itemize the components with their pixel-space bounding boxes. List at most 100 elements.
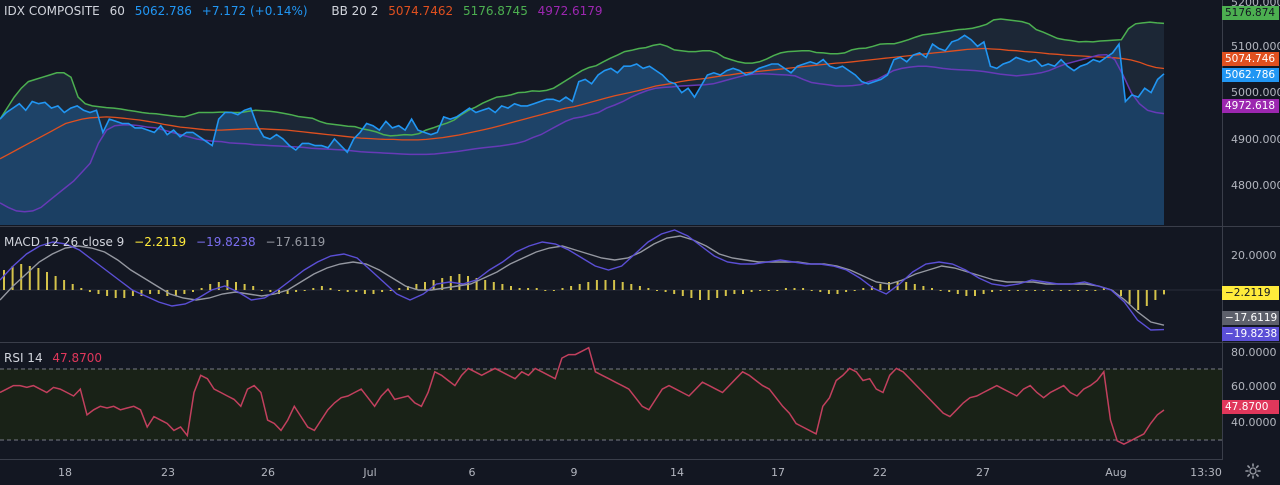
- main-price-pane[interactable]: [0, 18, 1165, 225]
- macd-histogram-bar: [1137, 290, 1140, 310]
- macd-histogram-bar: [260, 290, 263, 291]
- gear-icon[interactable]: [1245, 463, 1261, 479]
- macd-histogram-bar: [46, 272, 48, 290]
- macd-histogram-bar: [948, 290, 951, 292]
- time-axis-label: 14: [670, 466, 684, 479]
- time-axis-label: 23: [161, 466, 175, 479]
- macd-histogram-bar: [587, 282, 590, 290]
- macd-histogram-bar: [449, 276, 452, 290]
- macd-signal-tag: −17.6119: [1222, 311, 1279, 325]
- macd-histogram-bar: [664, 290, 667, 292]
- macd-histogram-bar: [630, 284, 633, 290]
- macd-histogram-bar: [157, 290, 160, 294]
- macd-histogram-bar: [845, 290, 848, 292]
- macd-histogram-bar: [80, 288, 83, 290]
- bb-basis-price-tag: 5074.746: [1222, 52, 1279, 66]
- macd-histogram-bar: [759, 290, 762, 291]
- bb-basis-value: 5074.7462: [388, 4, 454, 18]
- macd-histogram-bar: [974, 290, 976, 296]
- macd-histogram-bar: [570, 286, 573, 290]
- macd-histogram-bar: [999, 290, 1002, 291]
- macd-histogram-bar: [1077, 290, 1080, 291]
- macd-histogram-bar: [836, 290, 839, 294]
- macd-histogram-bar: [1154, 290, 1157, 300]
- macd-histogram-bar: [235, 282, 237, 290]
- macd-histogram-bar: [37, 268, 40, 290]
- macd-histogram-bar: [750, 290, 753, 292]
- macd-histogram-bar: [389, 290, 392, 291]
- time-axis-label: 13:30: [1190, 466, 1222, 479]
- macd-histogram-bar: [552, 290, 555, 291]
- time-axis-label: 18: [58, 466, 72, 479]
- rsi-axis-label: 80.0000: [1231, 346, 1277, 359]
- time-axis-label: Jul: [363, 466, 377, 479]
- macd-histogram-bar: [209, 284, 212, 290]
- macd-histogram-bar: [527, 288, 530, 290]
- macd-line-tag: −19.8238: [1222, 327, 1279, 341]
- macd-histogram-bar: [183, 290, 186, 294]
- price-change: +7.172 (+0.14%): [201, 4, 308, 18]
- rsi-axis-label: 40.0000: [1231, 416, 1277, 429]
- interval-label[interactable]: 60: [110, 4, 125, 18]
- macd-histogram-bar: [931, 288, 933, 290]
- bb-indicator-label[interactable]: BB 20 2: [331, 4, 378, 18]
- macd-histogram-bar: [149, 290, 152, 294]
- macd-histogram-bar: [363, 290, 366, 294]
- rsi-axis-label: 60.0000: [1231, 380, 1277, 393]
- macd-histogram-bar: [1163, 290, 1165, 295]
- macd-histogram-bar: [106, 290, 109, 296]
- macd-indicator-label[interactable]: MACD 12 26 close 9: [4, 235, 124, 249]
- macd-histogram-bar: [123, 290, 126, 298]
- macd-histogram-bar: [346, 290, 349, 292]
- macd-histogram-bar: [707, 290, 710, 300]
- bb-lower-price-tag: 4972.618: [1222, 99, 1279, 113]
- price-axis-label: 5000.000: [1231, 86, 1280, 99]
- last-price: 5062.786: [134, 4, 192, 18]
- macd-histogram-bar: [381, 290, 384, 292]
- macd-histogram-bar: [320, 286, 323, 290]
- macd-histogram-bar: [621, 282, 624, 290]
- macd-histogram-bar: [71, 284, 74, 290]
- macd-histogram-bar: [535, 288, 538, 290]
- macd-value: −19.8238: [196, 235, 256, 249]
- macd-histogram-bar: [742, 290, 744, 294]
- macd-histogram-bar: [1085, 290, 1088, 291]
- macd-histogram-bar: [295, 290, 298, 292]
- macd-signal-line: [0, 235, 1165, 326]
- last-price-tag: 5062.786: [1222, 68, 1279, 82]
- macd-histogram-bar: [1094, 290, 1097, 291]
- macd-histogram-bar: [819, 290, 822, 292]
- symbol-name[interactable]: IDX COMPOSITE: [4, 4, 100, 18]
- macd-histogram-bar: [492, 282, 495, 290]
- macd-histogram-bar: [982, 290, 985, 294]
- macd-histogram-bar: [544, 290, 547, 291]
- macd-histogram-bar: [810, 290, 813, 291]
- time-axis-label: 9: [570, 466, 578, 479]
- macd-histogram-bar: [1051, 290, 1054, 291]
- macd-histogram-bar: [1128, 290, 1131, 304]
- macd-histogram-bar: [1145, 290, 1148, 306]
- macd-histogram-bar: [802, 288, 805, 290]
- rsi-value-tag: 47.8700: [1222, 400, 1279, 414]
- rsi-pane[interactable]: [0, 346, 1222, 446]
- macd-histogram-bar: [458, 274, 461, 290]
- time-axis-label: 27: [976, 466, 990, 479]
- bb-lower-value: 4972.6179: [537, 4, 603, 18]
- macd-histogram-bar: [54, 276, 57, 290]
- macd-histogram-bar: [681, 290, 684, 296]
- price-axis-label: 4900.000: [1231, 133, 1280, 146]
- macd-histogram-bar: [879, 284, 882, 290]
- macd-histogram-bar: [501, 284, 504, 290]
- main-legend: IDX COMPOSITE 60 5062.786 +7.172 (+0.14%…: [4, 4, 609, 18]
- macd-histogram-bar: [716, 290, 719, 298]
- time-axis-label: 6: [468, 466, 476, 479]
- time-axis-label: 26: [261, 466, 275, 479]
- macd-histogram-bar: [1016, 290, 1019, 291]
- macd-histogram-bar: [656, 290, 658, 291]
- rsi-legend: RSI 14 47.8700: [4, 351, 108, 365]
- macd-histogram-bar: [518, 288, 521, 290]
- macd-histogram-bar: [1034, 290, 1037, 291]
- rsi-indicator-label[interactable]: RSI 14: [4, 351, 43, 365]
- macd-histogram-bar: [784, 288, 787, 290]
- macd-histogram-bar: [1025, 290, 1028, 291]
